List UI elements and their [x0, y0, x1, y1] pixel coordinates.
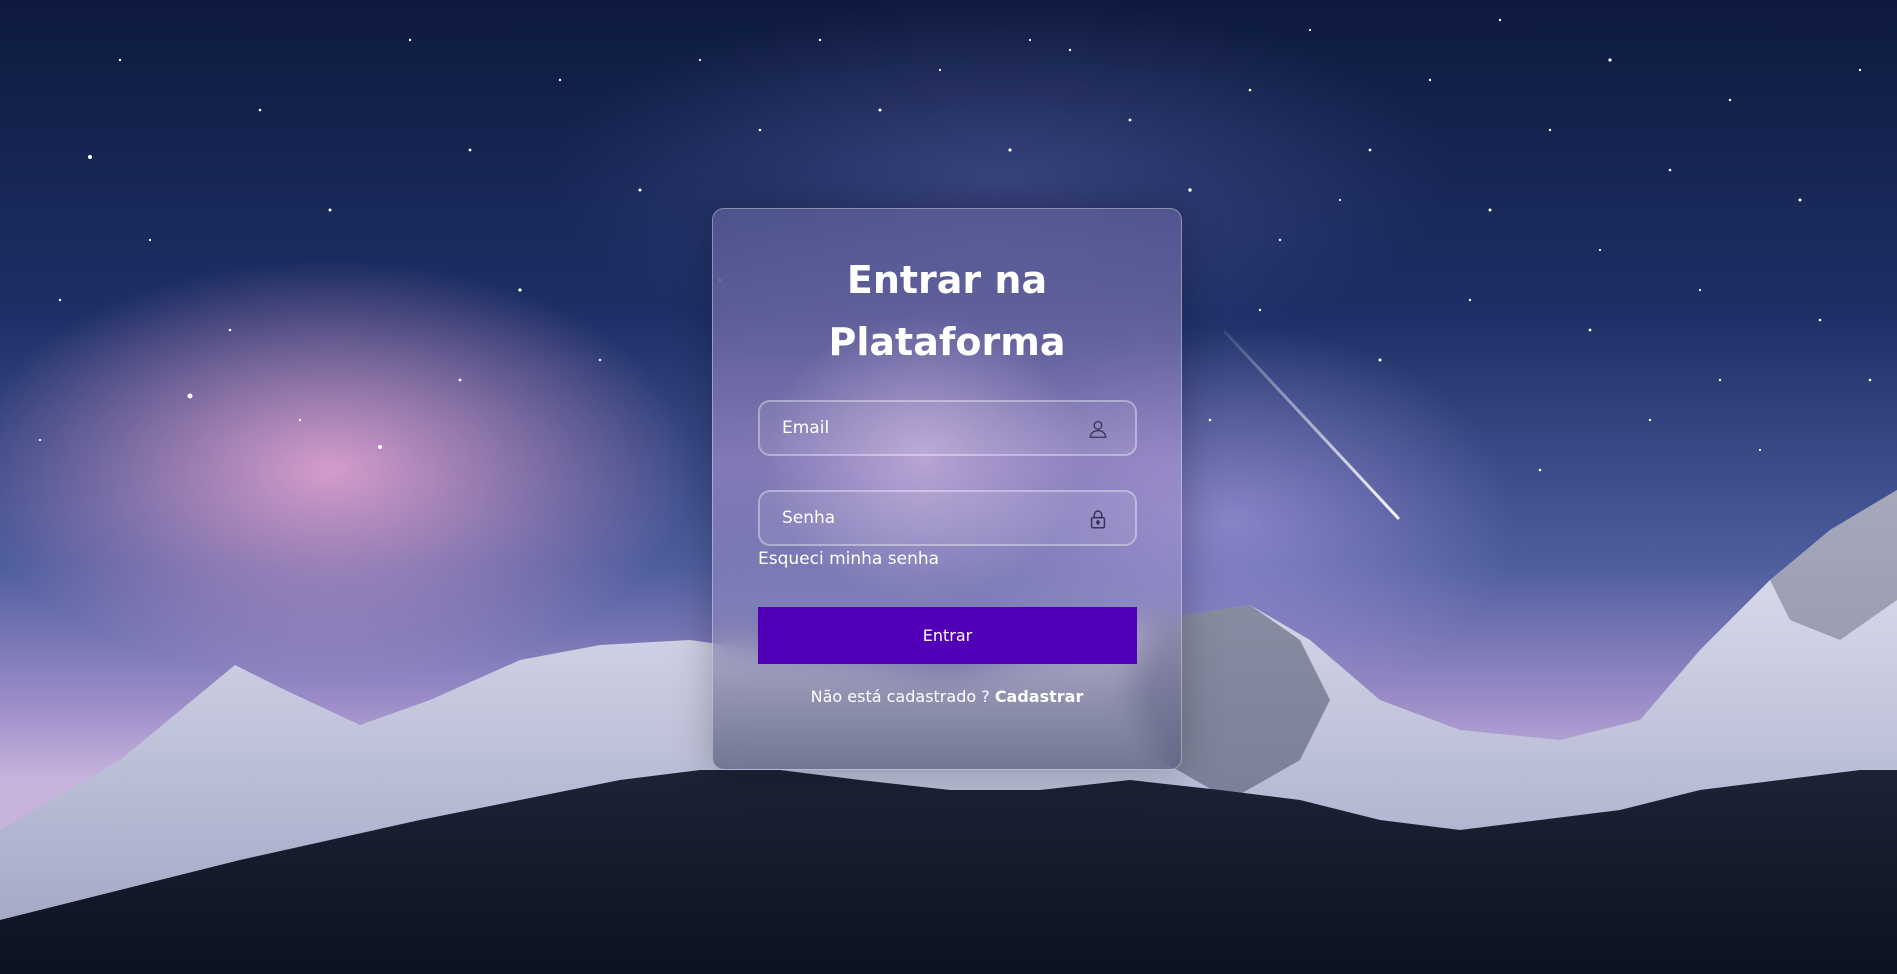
- signup-prompt: Não está cadastrado ? Cadastrar: [713, 687, 1181, 706]
- forgot-password-link[interactable]: Esqueci minha senha: [758, 549, 939, 569]
- login-title: Entrar na Plataforma: [713, 249, 1181, 373]
- login-title-line1: Entrar na: [846, 258, 1048, 302]
- email-input-box: [758, 400, 1137, 456]
- login-title-line2: Plataforma: [828, 320, 1066, 364]
- login-page: Entrar na Plataforma Esqueci minha senha…: [0, 0, 1897, 974]
- user-icon: [1089, 420, 1107, 438]
- password-input-box: [758, 490, 1137, 546]
- signup-link[interactable]: Cadastrar: [995, 687, 1084, 706]
- password-input[interactable]: [760, 492, 1135, 544]
- signup-prompt-text: Não está cadastrado ?: [810, 687, 990, 706]
- lock-icon: [1090, 510, 1106, 529]
- login-submit-button[interactable]: Entrar: [758, 607, 1137, 664]
- email-input[interactable]: [760, 402, 1135, 454]
- login-card: Entrar na Plataforma Esqueci minha senha…: [712, 208, 1182, 770]
